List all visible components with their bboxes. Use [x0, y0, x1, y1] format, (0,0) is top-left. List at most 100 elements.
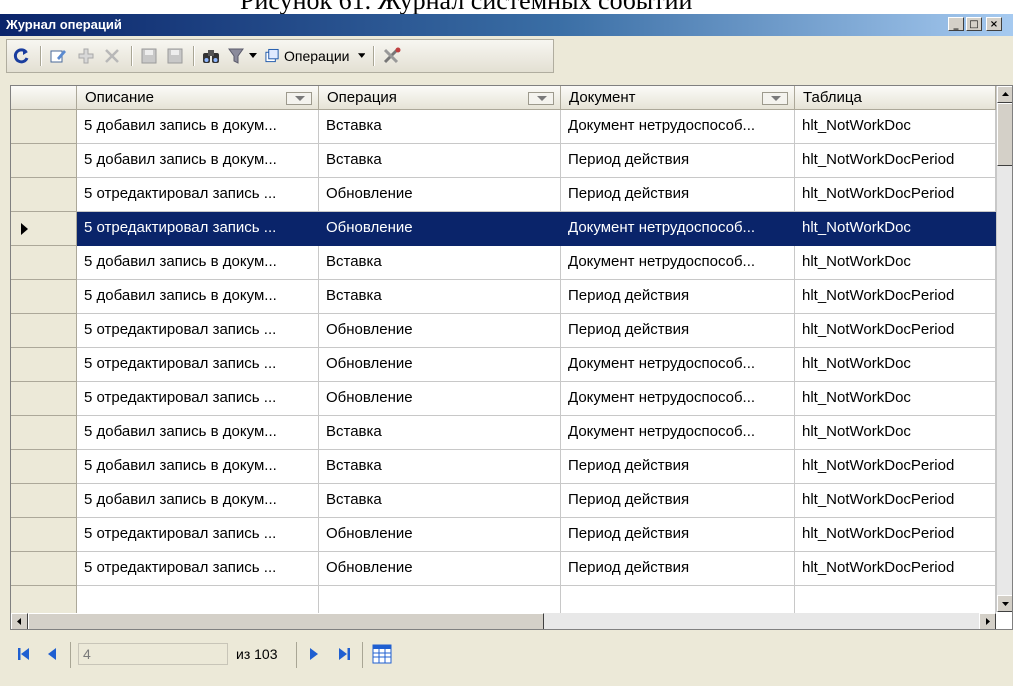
- row-indicator[interactable]: [11, 348, 77, 382]
- cell-document[interactable]: Период действия: [561, 280, 795, 314]
- cell-description[interactable]: 5 отредактировал запись ...: [77, 212, 319, 246]
- column-header-document[interactable]: Документ: [561, 86, 795, 110]
- cell-operation[interactable]: Обновление: [319, 382, 561, 416]
- operations-menu-button[interactable]: Операции: [265, 45, 365, 67]
- row-indicator[interactable]: [11, 518, 77, 552]
- row-indicator[interactable]: [11, 178, 77, 212]
- row-indicator[interactable]: [11, 212, 77, 246]
- cell-operation[interactable]: Вставка: [319, 484, 561, 518]
- last-page-icon[interactable]: [336, 646, 352, 666]
- scroll-down-button[interactable]: [997, 595, 1012, 612]
- cell-document[interactable]: Период действия: [561, 484, 795, 518]
- cell-operation[interactable]: Вставка: [319, 246, 561, 280]
- scroll-right-button[interactable]: [979, 613, 996, 629]
- cell-operation[interactable]: Обновление: [319, 212, 561, 246]
- row-indicator[interactable]: [11, 110, 77, 144]
- cell-document[interactable]: Период действия: [561, 144, 795, 178]
- table-row[interactable]: 5 добавил запись в докум... Вставка Период…: [11, 144, 996, 178]
- cell-table[interactable]: hlt_NotWorkDocPeriod: [795, 314, 996, 348]
- table-row[interactable]: 5 отредактировал запись ... Обновление Док…: [11, 382, 996, 416]
- cell-table[interactable]: hlt_NotWorkDocPeriod: [795, 280, 996, 314]
- scroll-thumb[interactable]: [997, 103, 1012, 166]
- cell-document[interactable]: Документ нетрудоспособ...: [561, 416, 795, 450]
- cell-table[interactable]: hlt_NotWorkDocPeriod: [795, 518, 996, 552]
- cell-operation[interactable]: Обновление: [319, 552, 561, 586]
- table-row[interactable]: 5 отредактировал запись ... Обновление Пер…: [11, 552, 996, 586]
- table-row[interactable]: 5 добавил запись в докум... Вставка Докуме…: [11, 246, 996, 280]
- cell-document[interactable]: Период действия: [561, 518, 795, 552]
- scroll-left-button[interactable]: [11, 613, 28, 629]
- table-row[interactable]: 5 добавил запись в докум... Вставка Докуме…: [11, 416, 996, 450]
- scroll-up-button[interactable]: [997, 86, 1012, 103]
- cell-table[interactable]: hlt_NotWorkDoc: [795, 110, 996, 144]
- cell-description[interactable]: 5 добавил запись в докум...: [77, 144, 319, 178]
- filter-dropdown-icon[interactable]: [762, 92, 788, 105]
- cell-description[interactable]: 5 отредактировал запись ...: [77, 518, 319, 552]
- cell-table[interactable]: hlt_NotWorkDocPeriod: [795, 144, 996, 178]
- row-indicator[interactable]: [11, 382, 77, 416]
- cell-operation[interactable]: Вставка: [319, 416, 561, 450]
- cell-document[interactable]: Период действия: [561, 450, 795, 484]
- cell-document[interactable]: Документ нетрудоспособ...: [561, 246, 795, 280]
- column-header-operation[interactable]: Операция: [319, 86, 561, 110]
- cell-description[interactable]: 5 добавил запись в докум...: [77, 450, 319, 484]
- cell-table[interactable]: hlt_NotWorkDocPeriod: [795, 484, 996, 518]
- cell-table[interactable]: hlt_NotWorkDoc: [795, 416, 996, 450]
- cell-description[interactable]: 5 отредактировал запись ...: [77, 314, 319, 348]
- cell-operation[interactable]: Обновление: [319, 178, 561, 212]
- cell-description[interactable]: 5 отредактировал запись ...: [77, 382, 319, 416]
- cell-operation[interactable]: Вставка: [319, 144, 561, 178]
- refresh-icon[interactable]: [11, 45, 33, 67]
- edit-icon[interactable]: [47, 45, 69, 67]
- table-row[interactable]: 5 отредактировал запись ... Обновление Док…: [11, 212, 996, 246]
- row-indicator[interactable]: [11, 246, 77, 280]
- cell-document[interactable]: Период действия: [561, 314, 795, 348]
- cell-description[interactable]: 5 отредактировал запись ...: [77, 552, 319, 586]
- table-row[interactable]: 5 отредактировал запись ... Обновление Пер…: [11, 518, 996, 552]
- cell-description[interactable]: 5 отредактировал запись ...: [77, 348, 319, 382]
- cell-table[interactable]: hlt_NotWorkDoc: [795, 382, 996, 416]
- next-page-icon[interactable]: [306, 646, 322, 666]
- table-row[interactable]: 5 добавил запись в докум... Вставка Докуме…: [11, 110, 996, 144]
- cell-description[interactable]: 5 отредактировал запись ...: [77, 178, 319, 212]
- cell-document[interactable]: Документ нетрудоспособ...: [561, 110, 795, 144]
- cell-description[interactable]: 5 добавил запись в докум...: [77, 280, 319, 314]
- row-indicator[interactable]: [11, 280, 77, 314]
- cell-operation[interactable]: Вставка: [319, 280, 561, 314]
- delete-icon[interactable]: [101, 45, 123, 67]
- table-row[interactable]: 5 добавил запись в докум... Вставка Период…: [11, 484, 996, 518]
- table-row[interactable]: 5 отредактировал запись ... Обновление Док…: [11, 348, 996, 382]
- table-row[interactable]: 5 добавил запись в докум... Вставка Период…: [11, 280, 996, 314]
- row-indicator[interactable]: [11, 450, 77, 484]
- row-indicator[interactable]: [11, 552, 77, 586]
- cell-document[interactable]: Документ нетрудоспособ...: [561, 348, 795, 382]
- cell-table[interactable]: hlt_NotWorkDoc: [795, 348, 996, 382]
- scroll-thumb[interactable]: [28, 613, 544, 629]
- save-icon[interactable]: [138, 45, 160, 67]
- cell-document[interactable]: Документ нетрудоспособ...: [561, 212, 795, 246]
- cell-table[interactable]: hlt_NotWorkDocPeriod: [795, 552, 996, 586]
- cell-table[interactable]: hlt_NotWorkDoc: [795, 212, 996, 246]
- maximize-button[interactable]: □: [966, 17, 982, 31]
- first-page-icon[interactable]: [16, 646, 32, 666]
- page-number-input[interactable]: 4: [78, 643, 228, 665]
- filter-dropdown-icon[interactable]: [528, 92, 554, 105]
- close-button[interactable]: ×: [986, 17, 1002, 31]
- row-indicator[interactable]: [11, 416, 77, 450]
- cell-operation[interactable]: Обновление: [319, 314, 561, 348]
- cell-table[interactable]: hlt_NotWorkDoc: [795, 246, 996, 280]
- cell-operation[interactable]: Обновление: [319, 348, 561, 382]
- cell-document[interactable]: Период действия: [561, 178, 795, 212]
- cell-document[interactable]: Документ нетрудоспособ...: [561, 382, 795, 416]
- previous-page-icon[interactable]: [44, 646, 60, 666]
- row-indicator[interactable]: [11, 314, 77, 348]
- cell-table[interactable]: hlt_NotWorkDocPeriod: [795, 450, 996, 484]
- filter-dropdown-icon[interactable]: [286, 92, 312, 105]
- minimize-button[interactable]: _: [948, 17, 964, 31]
- table-row[interactable]: 5 отредактировал запись ... Обновление Пер…: [11, 178, 996, 212]
- tools-icon[interactable]: [381, 45, 403, 67]
- cell-description[interactable]: 5 добавил запись в докум...: [77, 246, 319, 280]
- add-icon[interactable]: [75, 45, 97, 67]
- row-indicator[interactable]: [11, 484, 77, 518]
- filter-dropdown-icon[interactable]: [247, 45, 259, 67]
